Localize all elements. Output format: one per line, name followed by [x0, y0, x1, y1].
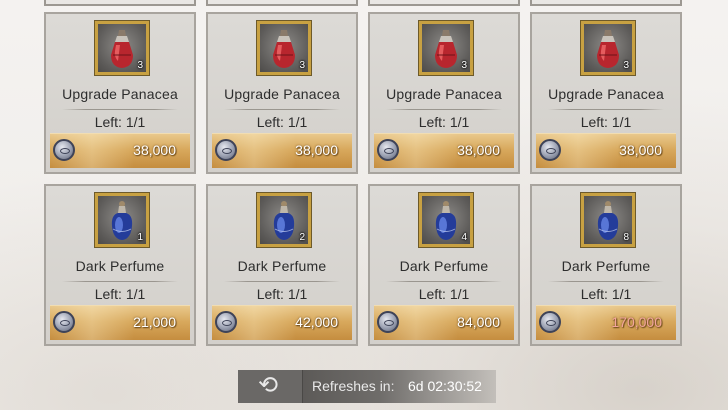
item-price: 38,000: [457, 142, 500, 158]
purchase-limit: Left: 1/1: [580, 114, 632, 130]
item-name: Dark Perfume: [237, 258, 327, 274]
buy-button[interactable]: 38,000: [212, 133, 352, 168]
divider: [386, 109, 502, 110]
refresh-timer-bar: ⟲ Refreshes in: 6d 02:30:52: [238, 370, 496, 403]
item-icon-frame[interactable]: 3: [581, 21, 635, 75]
blue-perfume-icon: [273, 201, 295, 240]
purchase-limit: Left: 1/1: [94, 286, 146, 302]
refresh-button[interactable]: ⟲: [238, 370, 303, 403]
item-icon-frame[interactable]: 8: [581, 193, 635, 247]
card-edge: [368, 0, 520, 6]
item-quantity: 3: [623, 60, 629, 71]
shop-item-card[interactable]: 3 Upgrade Panacea Left: 1/1 38,000: [530, 12, 682, 174]
shop-item-card[interactable]: 4 Dark Perfume Left: 1/1 84,000: [368, 184, 520, 346]
buy-button[interactable]: 42,000: [212, 305, 352, 340]
item-name: Upgrade Panacea: [62, 86, 178, 102]
purchase-limit: Left: 1/1: [418, 114, 470, 130]
purchase-limit: Left: 1/1: [94, 114, 146, 130]
card-edge: [206, 0, 358, 6]
silver-coin-icon: [53, 139, 75, 161]
silver-coin-icon: [539, 311, 561, 333]
red-potion-icon: [111, 30, 133, 68]
silver-coin-icon: [215, 311, 237, 333]
item-icon-frame[interactable]: 3: [419, 21, 473, 75]
red-potion-icon: [435, 30, 457, 68]
buy-button[interactable]: 21,000: [50, 305, 190, 340]
item-quantity: 4: [461, 232, 467, 243]
item-icon-frame[interactable]: 4: [419, 193, 473, 247]
item-quantity: 3: [137, 60, 143, 71]
buy-button[interactable]: 170,000: [536, 305, 676, 340]
purchase-limit: Left: 1/1: [256, 286, 308, 302]
refresh-countdown: 6d 02:30:52: [408, 378, 482, 394]
item-icon-frame[interactable]: 2: [257, 193, 311, 247]
divider: [224, 109, 340, 110]
item-price: 84,000: [457, 314, 500, 330]
silver-coin-icon: [377, 139, 399, 161]
item-name: Upgrade Panacea: [386, 86, 502, 102]
item-icon-frame[interactable]: 1: [95, 193, 149, 247]
item-price: 42,000: [295, 314, 338, 330]
card-edge: [530, 0, 682, 6]
item-name: Dark Perfume: [75, 258, 165, 274]
shop-item-card[interactable]: 2 Dark Perfume Left: 1/1 42,000: [206, 184, 358, 346]
red-potion-icon: [597, 30, 619, 68]
purchase-limit: Left: 1/1: [580, 286, 632, 302]
blue-perfume-icon: [597, 201, 619, 240]
shop-item-card[interactable]: 3 Upgrade Panacea Left: 1/1 38,000: [206, 12, 358, 174]
divider: [62, 109, 178, 110]
item-name: Upgrade Panacea: [224, 86, 340, 102]
item-price: 38,000: [619, 142, 662, 158]
silver-coin-icon: [539, 139, 561, 161]
item-price: 38,000: [133, 142, 176, 158]
blue-perfume-icon: [111, 201, 133, 240]
item-name: Dark Perfume: [561, 258, 651, 274]
item-price: 21,000: [133, 314, 176, 330]
buy-button[interactable]: 38,000: [50, 133, 190, 168]
shop-item-card[interactable]: 3 Upgrade Panacea Left: 1/1 38,000: [44, 12, 196, 174]
item-price: 38,000: [295, 142, 338, 158]
item-name: Dark Perfume: [399, 258, 489, 274]
refresh-icon: ⟲: [258, 372, 279, 399]
shop-item-grid: 3 Upgrade Panacea Left: 1/1 38,000 3 Upg…: [44, 12, 682, 346]
item-icon-frame[interactable]: 3: [95, 21, 149, 75]
buy-button[interactable]: 38,000: [536, 133, 676, 168]
divider: [386, 281, 502, 282]
blue-perfume-icon: [435, 201, 457, 240]
divider: [548, 109, 664, 110]
card-edge: [44, 0, 196, 6]
silver-coin-icon: [215, 139, 237, 161]
item-quantity: 3: [461, 60, 467, 71]
red-potion-icon: [273, 30, 295, 68]
buy-button[interactable]: 38,000: [374, 133, 514, 168]
silver-coin-icon: [377, 311, 399, 333]
shop-item-card[interactable]: 3 Upgrade Panacea Left: 1/1 38,000: [368, 12, 520, 174]
item-quantity: 2: [299, 232, 305, 243]
silver-coin-icon: [53, 311, 75, 333]
item-icon-frame[interactable]: 3: [257, 21, 311, 75]
divider: [224, 281, 340, 282]
purchase-limit: Left: 1/1: [256, 114, 308, 130]
shop-item-card[interactable]: 8 Dark Perfume Left: 1/1 170,000: [530, 184, 682, 346]
divider: [62, 281, 178, 282]
item-price: 170,000: [611, 314, 662, 330]
shop-item-card[interactable]: 1 Dark Perfume Left: 1/1 21,000: [44, 184, 196, 346]
purchase-limit: Left: 1/1: [418, 286, 470, 302]
item-name: Upgrade Panacea: [548, 86, 664, 102]
previous-row-edge: [0, 0, 728, 8]
item-quantity: 3: [299, 60, 305, 71]
refresh-label: Refreshes in:: [312, 378, 395, 394]
item-quantity: 8: [623, 232, 629, 243]
item-quantity: 1: [137, 232, 143, 243]
divider: [548, 281, 664, 282]
buy-button[interactable]: 84,000: [374, 305, 514, 340]
